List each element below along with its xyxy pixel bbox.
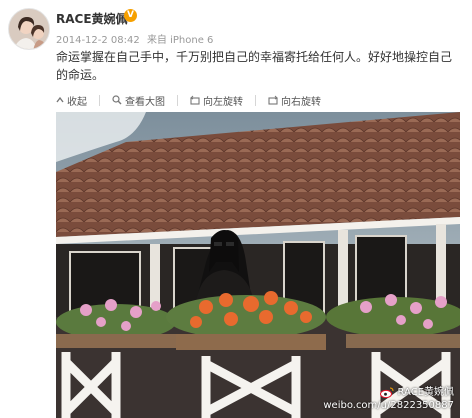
- photo-watermark: RACE黄婉佩 weibo.com/u/2822350887: [323, 386, 454, 412]
- post-time[interactable]: 2014-12-2 08:42: [56, 35, 140, 46]
- post-text: 命运掌握在自己手中，千万别把自己的幸福寄托给任何人。好好地操控自己的命运。: [56, 50, 453, 82]
- weibo-post: RACE黄婉佩 V 2014-12-2 08:42 来自 iPhone 6 命运…: [0, 0, 472, 418]
- username[interactable]: RACE黄婉佩: [56, 10, 128, 27]
- toolbar-divider: [177, 94, 178, 106]
- rotate-right-label: 向右旋转: [281, 96, 321, 108]
- image-toolbar: 收起 查看大图 向左旋转 向右旋转: [56, 92, 333, 108]
- post-source[interactable]: 来自 iPhone 6: [147, 35, 213, 46]
- rotate-left-label: 向左旋转: [203, 96, 243, 108]
- post-photo[interactable]: RACE黄婉佩 weibo.com/u/2822350887: [56, 112, 460, 418]
- rotate-left-icon: [190, 95, 200, 105]
- view-large-label: 查看大图: [125, 96, 165, 108]
- photo-scene: [56, 112, 460, 418]
- avatar[interactable]: [8, 8, 50, 50]
- view-large-button[interactable]: 查看大图: [112, 93, 165, 108]
- rotate-right-icon: [268, 95, 278, 105]
- collapse-label: 收起: [67, 96, 87, 108]
- collapse-icon: [56, 96, 64, 103]
- zoom-icon: [112, 95, 122, 105]
- rotate-right-button[interactable]: 向右旋转: [268, 93, 321, 108]
- verified-badge: V: [124, 9, 137, 22]
- watermark-name: RACE黄婉佩: [397, 387, 454, 398]
- toolbar-divider: [99, 94, 100, 106]
- post-meta: 2014-12-2 08:42 来自 iPhone 6: [56, 31, 213, 46]
- weibo-logo-icon: [380, 387, 394, 398]
- collapse-button[interactable]: 收起: [56, 93, 87, 108]
- toolbar-divider: [255, 94, 256, 106]
- rotate-left-button[interactable]: 向左旋转: [190, 93, 243, 108]
- watermark-url: weibo.com/u/2822350887: [323, 400, 454, 411]
